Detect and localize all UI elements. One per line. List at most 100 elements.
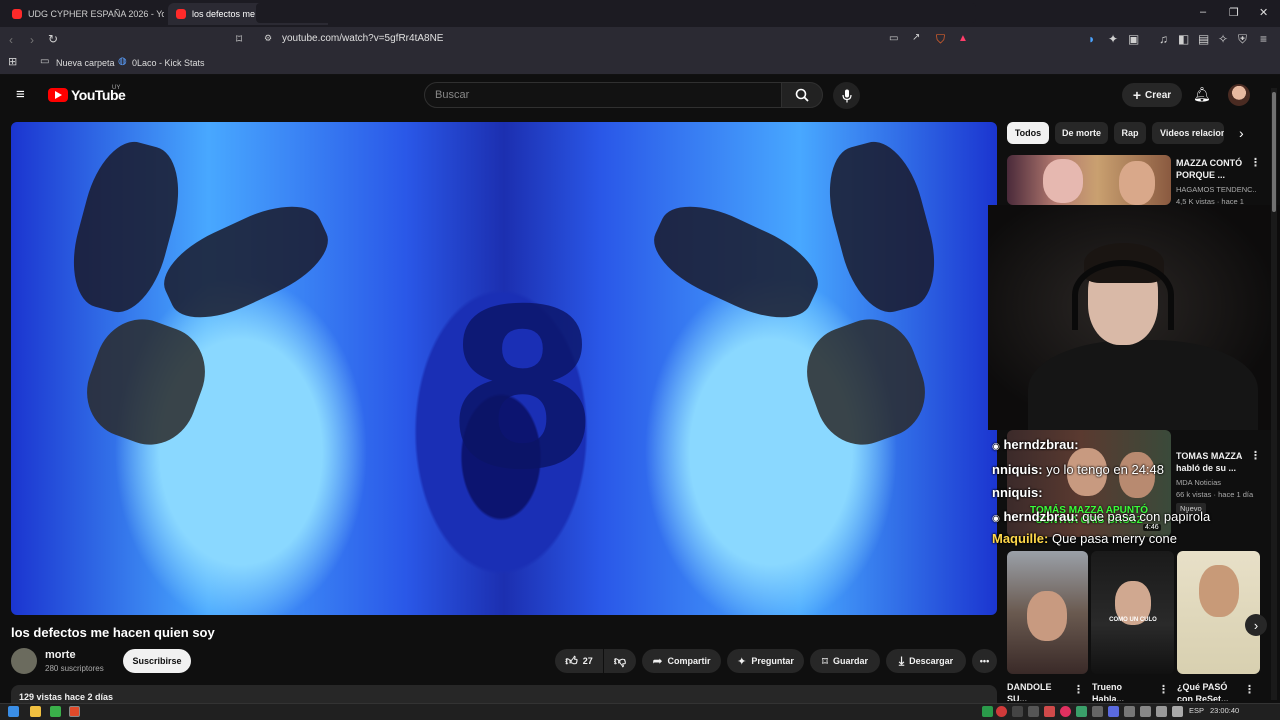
channel-avatar[interactable] <box>11 648 37 674</box>
tray-app-icon[interactable] <box>982 706 993 717</box>
url-field[interactable] <box>256 3 976 23</box>
close-window-icon[interactable]: ✕ <box>1259 6 1268 19</box>
dislike-button[interactable]: 👎︎ <box>604 649 636 673</box>
cast-icon[interactable]: ▭ <box>889 34 898 44</box>
site-info-icon[interactable]: ⚙ <box>264 34 272 43</box>
back-icon[interactable]: ‹ <box>9 34 13 46</box>
sidebar-icon[interactable]: ◧ <box>1178 33 1189 45</box>
short-title[interactable]: ¿Qué PASÓ con ReSet... <box>1177 681 1243 701</box>
windows-start-icon[interactable] <box>8 706 19 717</box>
bookmark-nueva-carpeta[interactable]: Nueva carpeta <box>56 58 115 68</box>
url-text: youtube.com/watch?v=5gfRr4tA8NE <box>282 33 444 44</box>
video-figure <box>73 306 219 458</box>
chips-next-icon[interactable]: › <box>1239 126 1244 140</box>
chip-de-morte[interactable]: De morte <box>1055 122 1108 144</box>
create-button[interactable]: + Crear <box>1122 83 1182 107</box>
tray-app-icon[interactable] <box>1060 706 1071 717</box>
short-thumbnail[interactable]: COMO UN CULO <box>1091 551 1174 674</box>
subscribe-button[interactable]: Suscribirse <box>123 649 191 673</box>
shorts-next-button[interactable]: › <box>1245 614 1267 636</box>
more-options-icon[interactable]: ⋮ <box>1158 683 1169 696</box>
chip-todos[interactable]: Todos <box>1007 122 1049 144</box>
save-bookmark-icon: ⌑ <box>822 655 828 668</box>
hamburger-menu-icon[interactable]: ≡ <box>16 87 25 102</box>
vpn-icon[interactable]: ⛨ <box>1238 33 1247 45</box>
file-explorer-icon[interactable] <box>30 706 41 717</box>
chat-message: ◉ herndzbrau: <box>992 437 1079 452</box>
music-icon[interactable]: ♫ <box>1159 33 1168 45</box>
taskbar-clock[interactable]: 23:00:40 <box>1210 706 1239 715</box>
reload-icon[interactable]: ↻ <box>48 33 58 45</box>
brave-browser-icon[interactable] <box>69 706 80 717</box>
share-icon[interactable]: ↗ <box>912 33 920 43</box>
brave-rewards-icon[interactable]: ▲ <box>958 34 968 44</box>
tray-app-icon[interactable] <box>1140 706 1151 717</box>
screenshot-icon[interactable]: ▣ <box>1128 33 1139 45</box>
more-options-icon[interactable]: ⋮ <box>1250 449 1261 462</box>
leo-ai-icon[interactable]: ✧ <box>1218 33 1228 45</box>
short-title[interactable]: DANDOLE SU... <box>1007 681 1069 701</box>
forward-icon[interactable]: › <box>30 34 34 46</box>
tray-app-icon[interactable] <box>1124 706 1135 717</box>
translate-icon[interactable]: ◗ <box>1088 33 1095 45</box>
sidebar-video-title[interactable]: MAZZA CONTÓ PORQUE ... <box>1176 157 1248 181</box>
thumbnail-face <box>1199 565 1239 617</box>
tray-app-icon[interactable] <box>1044 706 1055 717</box>
save-button[interactable]: ⌑ Guardar <box>810 649 880 673</box>
share-button[interactable]: ➦ Compartir <box>642 649 721 673</box>
short-thumbnail[interactable] <box>1177 551 1260 674</box>
video-duration: 4:46 <box>1143 524 1161 531</box>
more-options-icon[interactable]: ⋮ <box>1250 156 1261 169</box>
more-options-icon[interactable]: ⋮ <box>1244 683 1255 696</box>
scrollbar-thumb[interactable] <box>1272 92 1276 212</box>
tray-app-icon[interactable] <box>1092 706 1103 717</box>
short-title[interactable]: Trueno Habla... <box>1092 681 1154 701</box>
brave-shield-icon[interactable]: ⛉ <box>936 33 945 45</box>
video-player[interactable]: 8 <box>11 122 997 615</box>
tray-app-icon[interactable] <box>1076 706 1087 717</box>
short-caption: COMO UN CULO <box>1109 617 1157 623</box>
sidebar-channel-name[interactable]: MDA Noticias <box>1176 478 1221 487</box>
extension-icon[interactable]: ✦ <box>1108 33 1118 45</box>
sidebar-channel-name[interactable]: HAGAMOS TENDENC... <box>1176 185 1256 194</box>
discord-icon[interactable] <box>1108 706 1119 717</box>
description-box[interactable] <box>11 685 997 705</box>
tray-app-icon[interactable] <box>996 706 1007 717</box>
download-button[interactable]: ⤓ Descargar <box>886 649 966 673</box>
search-input[interactable]: Buscar <box>424 82 782 108</box>
network-icon[interactable] <box>1156 706 1167 717</box>
minimize-icon[interactable]: – <box>1200 6 1206 18</box>
chat-text: yo lo tengo en 24:48 <box>1046 462 1165 477</box>
tray-app-icon[interactable] <box>1012 706 1023 717</box>
voice-search-button[interactable] <box>833 82 860 109</box>
short-thumbnail[interactable] <box>1007 551 1088 674</box>
restore-icon[interactable]: ❐ <box>1229 6 1239 19</box>
chip-videos-relacionados[interactable]: Videos relacion <box>1152 122 1224 144</box>
create-label: Crear <box>1145 89 1172 101</box>
apps-grid-icon[interactable]: ⊞ <box>8 57 17 68</box>
subscriber-count: 280 suscriptores <box>45 664 104 673</box>
chevron-right-icon: › <box>1253 617 1259 633</box>
wallet-icon[interactable]: ▤ <box>1198 33 1209 45</box>
tab-udg-cypher[interactable]: UDG CYPHER ESPAÑA 2026 - YouTube <box>4 3 164 25</box>
bookmark-kick-stats[interactable]: 0Laco - Kick Stats <box>132 58 205 68</box>
video-overlay-digit: 8 <box>446 262 600 518</box>
notifications-bell-icon[interactable]: 🔔︎ <box>1193 87 1211 101</box>
search-button[interactable] <box>781 82 823 108</box>
video-thumbnail[interactable] <box>1007 155 1171 205</box>
user-avatar[interactable] <box>1228 84 1250 106</box>
like-button[interactable]: 👍︎ 27 <box>555 649 603 673</box>
volume-icon[interactable] <box>1172 706 1183 717</box>
menu-icon[interactable]: ≡ <box>1260 33 1267 45</box>
ask-button[interactable]: ✦ Preguntar <box>727 649 804 673</box>
chip-rap[interactable]: Rap <box>1114 122 1146 144</box>
app-icon[interactable] <box>50 706 61 717</box>
tray-app-icon[interactable] <box>1028 706 1039 717</box>
sidebar-video-title[interactable]: TOMAS MAZZA habló de su ... <box>1176 450 1248 474</box>
more-actions-button[interactable]: ••• <box>972 649 997 673</box>
webcam-headset <box>1072 260 1174 330</box>
more-options-icon[interactable]: ⋮ <box>1073 683 1084 696</box>
keyboard-language[interactable]: ESP <box>1189 706 1204 715</box>
channel-name[interactable]: morte <box>45 649 76 661</box>
bookmark-icon[interactable]: ⌑ <box>236 33 242 45</box>
